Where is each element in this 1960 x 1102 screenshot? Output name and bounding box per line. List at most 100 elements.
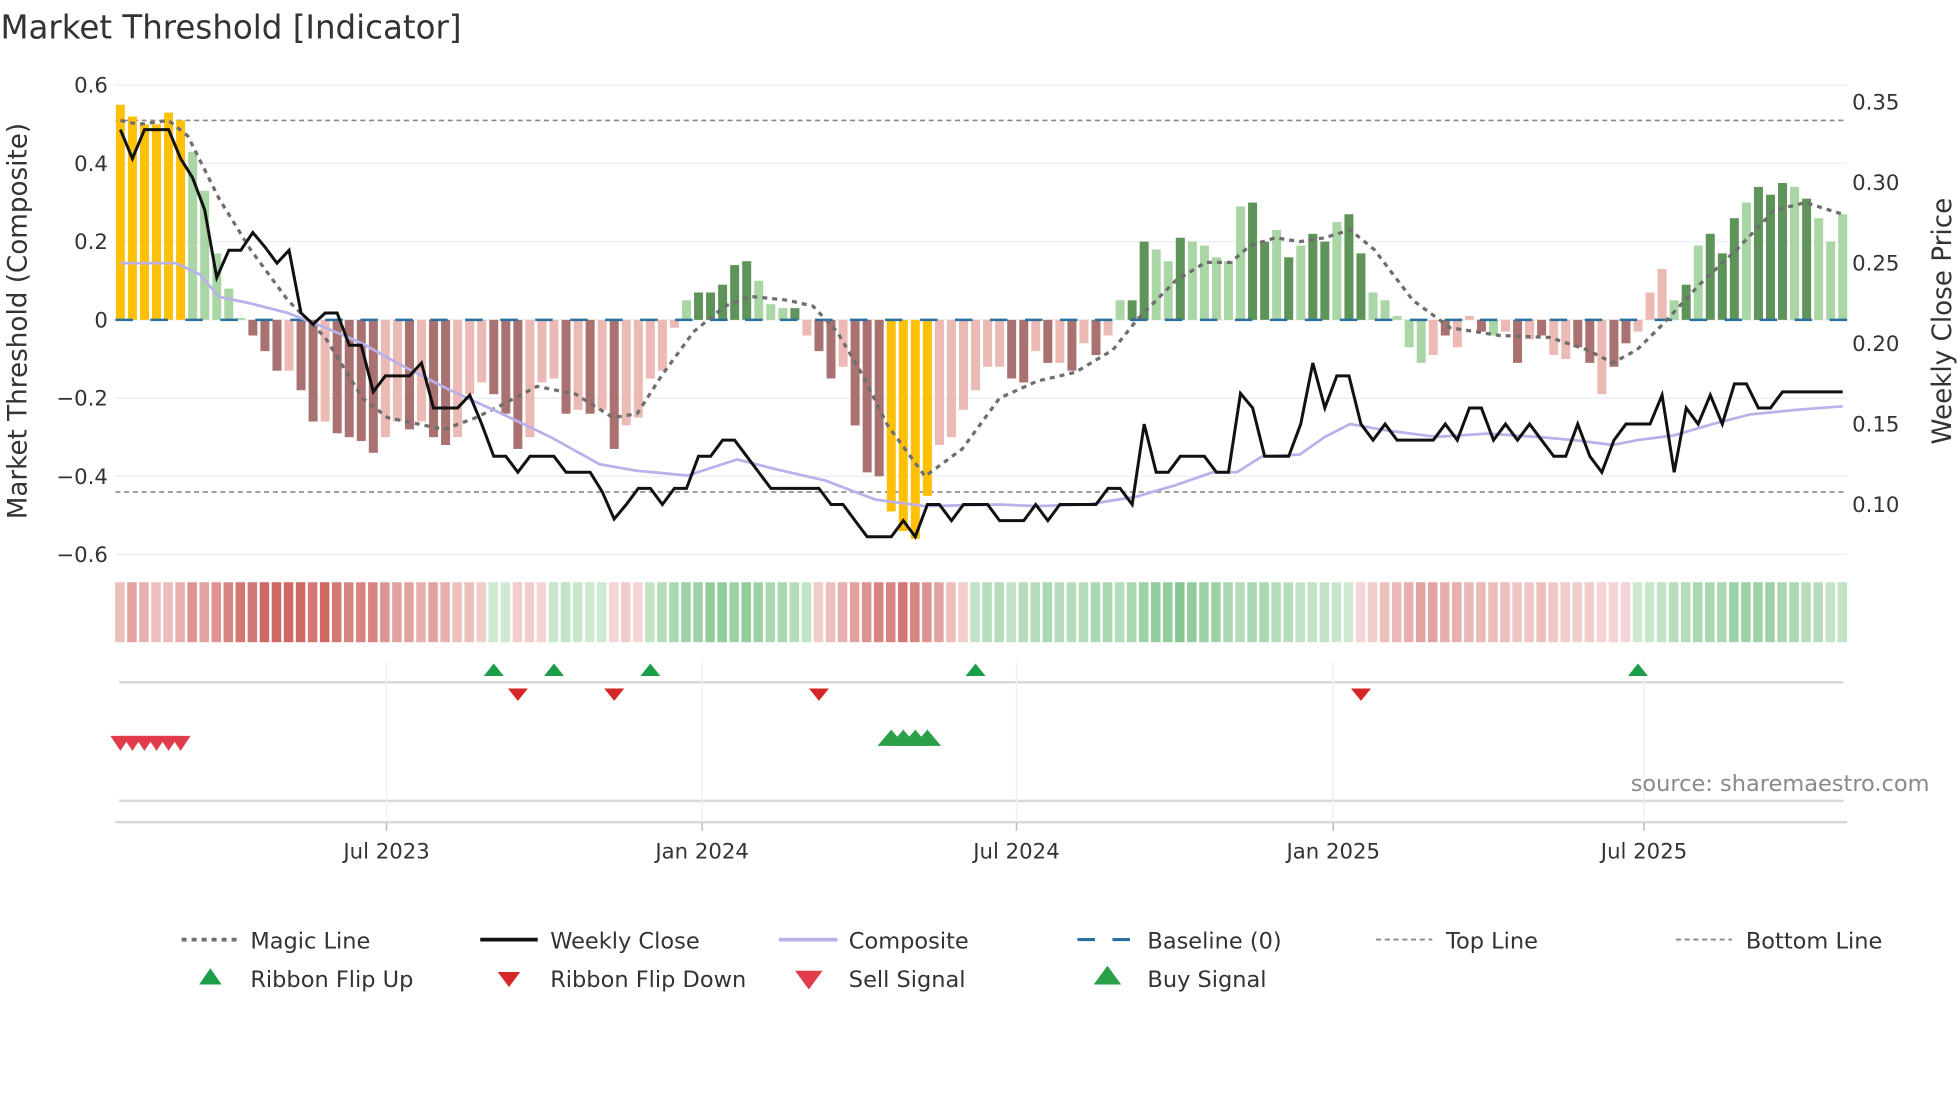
legend-item-composite[interactable]: Composite xyxy=(778,928,969,954)
ribbon-cell xyxy=(849,582,860,643)
composite-bar xyxy=(332,319,342,434)
ribbon-flip-down-marker xyxy=(507,688,528,701)
ribbon-cell xyxy=(1548,582,1558,643)
composite-bar xyxy=(1079,319,1089,344)
ribbon-cell xyxy=(717,582,727,643)
composite-bar xyxy=(537,319,547,383)
composite-bar xyxy=(224,288,234,320)
composite-bar xyxy=(742,261,752,320)
ribbon-cell xyxy=(1572,582,1583,643)
composite-bar xyxy=(248,319,258,336)
legend-item-ribbon-flip-down[interactable]: Ribbon Flip Down xyxy=(497,967,746,993)
composite-bar xyxy=(1633,319,1643,332)
ribbon-cell xyxy=(1765,582,1775,643)
composite-bar xyxy=(284,319,294,371)
composite-bar xyxy=(1597,319,1607,395)
ribbon-flip-down-marker xyxy=(604,688,625,701)
y-axis-label: Market Threshold (Composite) xyxy=(4,123,34,519)
composite-bar xyxy=(1513,319,1523,363)
composite-bar xyxy=(1452,319,1462,348)
composite-bar xyxy=(681,300,691,320)
ribbon-cell xyxy=(271,582,282,643)
composite-bar xyxy=(983,319,993,367)
y2-tick-label: 0.10 xyxy=(1852,493,1899,518)
ribbon-cell xyxy=(512,582,523,643)
ribbon-cell xyxy=(608,582,619,643)
composite-bar xyxy=(308,319,318,422)
composite-bar xyxy=(296,319,306,391)
legend-item-baseline[interactable]: Baseline (0) xyxy=(1077,928,1282,954)
ribbon-cell xyxy=(1789,582,1799,643)
composite-bar xyxy=(754,280,764,320)
magic-line xyxy=(120,118,1844,479)
ribbon-cell xyxy=(356,582,366,643)
ribbon-flip-up-marker xyxy=(640,663,661,676)
ribbon-cell xyxy=(1259,582,1269,643)
ribbon-cell xyxy=(861,582,872,643)
composite-bar xyxy=(1236,206,1246,320)
composite-bar xyxy=(657,319,667,371)
legend-item-bottom-line[interactable]: Bottom Line xyxy=(1675,928,1882,954)
composite-bar xyxy=(1260,241,1270,320)
ribbon-cell xyxy=(729,582,739,643)
composite-bar xyxy=(489,319,499,395)
composite-bar xyxy=(1681,284,1691,320)
ribbon-cell xyxy=(994,582,1004,643)
y2-tick-label: 0.35 xyxy=(1852,91,1899,116)
ribbon-cell xyxy=(1114,582,1125,643)
ribbon-cell xyxy=(1066,582,1077,643)
composite-bar xyxy=(453,319,463,438)
x-tick-label: Jul 2023 xyxy=(341,839,429,864)
legend-item-buy-signal[interactable]: Buy Signal xyxy=(1093,965,1267,993)
legend-item-ribbon-flip-up[interactable]: Ribbon Flip Up xyxy=(199,967,413,993)
ribbon-cell xyxy=(934,582,944,643)
ribbon-cell xyxy=(958,582,968,643)
ribbon-cell xyxy=(416,582,426,643)
ribbon-cell xyxy=(211,582,221,643)
composite-bar xyxy=(946,319,956,438)
ribbon-cell xyxy=(247,582,258,643)
ribbon-cell xyxy=(1018,582,1028,643)
triangle-up-icon xyxy=(199,968,222,985)
legend-item-sell-signal[interactable]: Sell Signal xyxy=(795,967,966,993)
ribbon-cell xyxy=(765,582,776,643)
legend-item-top-line[interactable]: Top Line xyxy=(1376,928,1538,954)
legend: Magic Line Weekly Close Composite Baseli… xyxy=(181,928,1882,993)
composite-bar xyxy=(1778,182,1788,320)
ribbon-cell xyxy=(1825,582,1835,643)
composite-bar xyxy=(898,319,908,532)
composite-bar xyxy=(706,292,716,320)
ribbon-cell xyxy=(1126,582,1137,643)
composite-bar xyxy=(922,319,932,496)
composite-bar xyxy=(621,319,631,426)
ribbon-cell xyxy=(572,582,583,643)
composite-bar xyxy=(1284,257,1294,320)
composite-bar xyxy=(320,319,330,422)
ribbon-cell xyxy=(283,582,294,643)
ribbon-cell xyxy=(151,582,161,643)
composite-bar xyxy=(995,319,1005,367)
ribbon-flip-up-marker xyxy=(1628,663,1648,676)
legend-label: Ribbon Flip Up xyxy=(250,967,413,993)
ribbon-cell xyxy=(885,582,896,643)
y-tick-label: 0.2 xyxy=(74,230,108,255)
composite-bar xyxy=(1645,292,1655,320)
ribbon-cell xyxy=(235,582,246,643)
ribbon-cell xyxy=(1271,582,1281,643)
composite-bar xyxy=(778,308,788,320)
composite-bar xyxy=(959,319,969,410)
composite-bar xyxy=(549,319,559,379)
legend-item-magic-line[interactable]: Magic Line xyxy=(181,928,371,954)
ribbon-cell xyxy=(813,582,824,643)
ribbon-cell xyxy=(1705,582,1715,643)
ribbon-cell xyxy=(1476,582,1486,643)
composite-bar xyxy=(1067,319,1077,371)
ribbon-cell xyxy=(1391,582,1402,643)
ribbon-flip-up-marker xyxy=(543,663,564,676)
ribbon-cell xyxy=(127,582,137,643)
legend-item-weekly-close[interactable]: Weekly Close xyxy=(480,928,700,954)
ribbon-cell xyxy=(825,582,836,643)
composite-bar xyxy=(272,319,282,371)
ribbon-cell xyxy=(873,582,884,643)
composite-bar xyxy=(465,319,475,395)
